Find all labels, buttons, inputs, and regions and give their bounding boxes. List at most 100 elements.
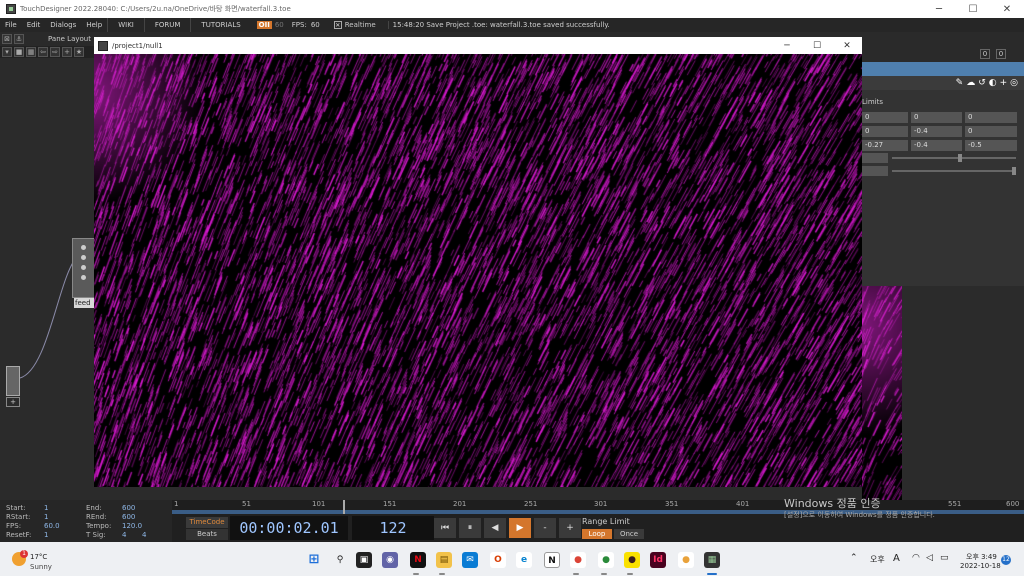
once-toggle[interactable]: Once [614, 529, 644, 539]
tray-expand-icon[interactable]: ⌃ [850, 553, 858, 563]
clock-time[interactable]: 오후 3:49 [966, 552, 997, 562]
task-view-icon[interactable]: ▣ [356, 552, 372, 568]
weather-temperature[interactable]: 17°C [30, 553, 47, 561]
clock-date[interactable]: 2022-10-18 [960, 562, 1001, 570]
comment-icon[interactable]: ☁ [966, 78, 975, 88]
play-reverse-button[interactable]: ◀ [484, 518, 506, 538]
kakaotalk-icon[interactable]: ● [624, 552, 640, 568]
touchdesigner-task-icon[interactable]: ▦ [704, 552, 720, 568]
param-field[interactable]: 0 [862, 112, 908, 123]
slider-track[interactable] [892, 170, 1016, 172]
rstart-value[interactable]: 1 [44, 513, 48, 522]
param-field[interactable]: -0.4 [911, 126, 962, 137]
slider-value-field[interactable] [862, 153, 888, 163]
grid-icon[interactable]: ▦ [26, 47, 36, 57]
slider-track[interactable] [892, 157, 1016, 159]
param-header-num[interactable]: 0 [980, 49, 990, 59]
weather-description[interactable]: Sunny [30, 563, 52, 571]
chrome-icon[interactable]: ● [570, 552, 586, 568]
menu-dialogs[interactable]: Dialogs [45, 21, 81, 29]
viewer-titlebar[interactable]: /project1/null1 ─ ☐ ✕ [94, 37, 862, 54]
maximize-button[interactable]: ☐ [956, 0, 990, 18]
office-icon[interactable]: O [490, 552, 506, 568]
realtime-checkbox[interactable]: ✕ [333, 21, 342, 29]
feedback-node[interactable] [72, 238, 96, 298]
timeline-playhead[interactable] [343, 500, 345, 514]
viewer-minimize-button[interactable]: ─ [772, 37, 802, 54]
param-field[interactable]: 0 [911, 112, 962, 123]
file-explorer-icon[interactable]: ▤ [436, 552, 452, 568]
node-add-icon[interactable]: + [6, 397, 20, 407]
param-header-num[interactable]: 0 [996, 49, 1006, 59]
frame-display[interactable]: 122 [352, 516, 434, 540]
slider-knob[interactable] [1012, 167, 1016, 175]
star-icon[interactable]: ★ [74, 47, 84, 57]
cook-icon[interactable]: ↺ [978, 78, 986, 88]
add-icon[interactable]: + [62, 47, 72, 57]
forward-icon[interactable]: ⇨ [50, 47, 60, 57]
windows-start-icon[interactable]: ⊞ [306, 552, 322, 568]
pause-button[interactable]: ⏸ [459, 518, 481, 538]
slider-value-field[interactable] [862, 166, 888, 176]
timeline-ruler[interactable]: 1 51 101 151 201 251 301 351 401 551 600 [172, 500, 1024, 510]
fps-value[interactable]: 60.0 [44, 522, 60, 531]
chat-icon[interactable]: ◉ [382, 552, 398, 568]
menu-edit[interactable]: Edit [22, 21, 46, 29]
menu-help[interactable]: Help [81, 21, 107, 29]
add-icon[interactable]: + [1000, 78, 1008, 88]
oi-badge[interactable]: OII [256, 21, 272, 29]
anchor-icon[interactable]: ⚓ [14, 34, 24, 44]
param-field[interactable]: -0.5 [965, 140, 1017, 151]
step-back-button[interactable]: - [534, 518, 556, 538]
volume-icon[interactable]: ◁ [926, 553, 933, 563]
timecode-display[interactable]: 00:00:02.01 [230, 516, 348, 540]
param-slider[interactable] [862, 166, 1018, 176]
wifi-icon[interactable]: ◠ [912, 553, 920, 563]
node-label[interactable]: feed [74, 298, 96, 308]
particle-waterfall-render[interactable] [94, 54, 862, 487]
viewer-close-button[interactable]: ✕ [832, 37, 862, 54]
param-field[interactable]: 0 [965, 126, 1017, 137]
close-button[interactable]: ✕ [990, 0, 1024, 18]
resetf-value[interactable]: 1 [44, 531, 48, 540]
start-value[interactable]: 1 [44, 504, 48, 513]
back-icon[interactable]: ⇦ [38, 47, 48, 57]
search-icon[interactable]: ⚲ [332, 552, 348, 568]
param-field[interactable]: -0.4 [911, 140, 962, 151]
notification-count-badge[interactable]: 12 [1001, 555, 1011, 565]
pane-layout-button[interactable]: Pane Layout [48, 35, 91, 43]
forum-link[interactable]: FORUM [143, 18, 191, 32]
viewer-window[interactable]: /project1/null1 ─ ☐ ✕ [94, 37, 862, 487]
loop-toggle[interactable]: Loop [582, 529, 612, 539]
timecode-toggle[interactable]: TimeCode [186, 517, 228, 528]
indesign-icon[interactable]: Id [650, 552, 666, 568]
param-field[interactable]: -0.27 [862, 140, 908, 151]
beats-toggle[interactable]: Beats [186, 529, 228, 540]
step-forward-button[interactable]: + [559, 518, 581, 538]
rewind-button[interactable]: ⏮ [434, 518, 456, 538]
stop-icon[interactable]: ■ [14, 47, 24, 57]
param-slider[interactable] [862, 153, 1018, 163]
mail-icon[interactable]: ✉ [462, 552, 478, 568]
slider-knob[interactable] [958, 154, 962, 162]
notion-icon[interactable]: N [544, 552, 560, 568]
end-value[interactable]: 600 [122, 504, 135, 513]
tsig-numerator[interactable]: 4 [122, 531, 126, 540]
source-node[interactable] [6, 366, 20, 396]
chrome-alt-icon[interactable]: ● [678, 552, 694, 568]
python-icon[interactable]: ◐ [989, 78, 997, 88]
ime-mode[interactable]: 오후 [870, 554, 885, 565]
minimize-button[interactable]: ─ [922, 0, 956, 18]
home-icon[interactable]: ▾ [2, 47, 12, 57]
tempo-value[interactable]: 120.0 [122, 522, 142, 531]
edge-icon[interactable]: e [516, 552, 532, 568]
split-icon[interactable]: ⊠ [2, 34, 12, 44]
chrome-profile-icon[interactable]: ● [598, 552, 614, 568]
tutorials-link[interactable]: TUTORIALS [190, 18, 250, 32]
netflix-icon[interactable]: N [410, 552, 426, 568]
menu-file[interactable]: File [0, 21, 22, 29]
wiki-link[interactable]: WIKI [107, 18, 144, 32]
viewer-maximize-button[interactable]: ☐ [802, 37, 832, 54]
ime-lang[interactable]: A [893, 553, 900, 564]
target-icon[interactable]: ◎ [1010, 78, 1018, 88]
